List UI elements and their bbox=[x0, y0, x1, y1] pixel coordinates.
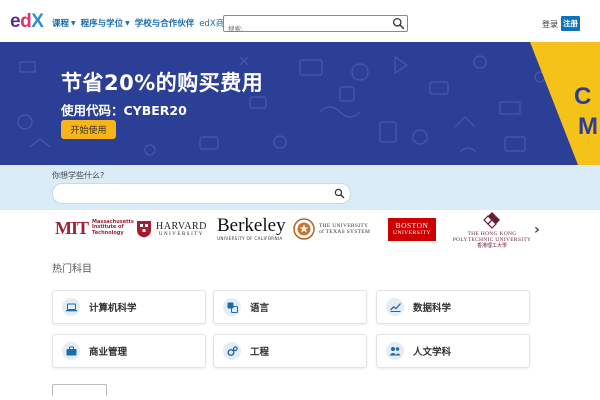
subject-card-language[interactable]: 语言 bbox=[213, 290, 367, 324]
partner-logo-mit[interactable]: MIT Massachusetts Institute of Technolog… bbox=[55, 219, 134, 237]
top-header: edX 课程 ▼ 程序与学位 ▼ 学校与合作伙伴 edX商业版 登录 注册 bbox=[0, 0, 600, 42]
get-started-button[interactable]: 开始使用 bbox=[61, 120, 116, 139]
chart-icon bbox=[386, 298, 404, 316]
edx-logo[interactable]: edX bbox=[10, 12, 44, 32]
course-search-input[interactable] bbox=[53, 187, 323, 206]
laptop-icon bbox=[62, 298, 80, 316]
briefcase-icon bbox=[62, 342, 80, 360]
course-search-section: 你想学些什么? bbox=[0, 165, 600, 210]
partner-logo-texas[interactable]: THE UNIVERSITY of TEXAS SYSTEM bbox=[293, 218, 370, 240]
svg-text:M: M bbox=[578, 113, 598, 140]
banner-title: 节省20%的购买费用 bbox=[61, 71, 264, 95]
header-search-box bbox=[223, 15, 408, 37]
svg-text:C: C bbox=[574, 83, 591, 110]
nav-partners[interactable]: 学校与合作伙伴 bbox=[135, 17, 195, 29]
chevron-down-icon: ▼ bbox=[71, 19, 76, 27]
texas-seal-icon bbox=[293, 218, 315, 240]
people-icon bbox=[386, 342, 404, 360]
promo-code-text: 使用代码：CYBER20 bbox=[61, 103, 187, 118]
promo-corner-graphic: C M bbox=[530, 42, 600, 165]
course-search-box bbox=[52, 183, 351, 206]
subject-card-engineering[interactable]: 工程 bbox=[213, 334, 367, 368]
register-button[interactable]: 注册 bbox=[561, 16, 580, 31]
header-search-input[interactable] bbox=[224, 21, 384, 37]
view-more-subjects-button[interactable] bbox=[52, 384, 107, 396]
nav-courses[interactable]: 课程 ▼ bbox=[52, 17, 76, 29]
search-icon[interactable] bbox=[334, 188, 345, 199]
polyu-emblem-icon bbox=[483, 212, 500, 229]
harvard-shield-icon bbox=[137, 221, 151, 238]
partner-logo-carousel: MIT Massachusetts Institute of Technolog… bbox=[0, 210, 600, 252]
partner-logo-boston[interactable]: BOSTON UNIVERSITY bbox=[388, 218, 436, 241]
search-label: 你想学些什么? bbox=[52, 171, 105, 180]
subject-card-data-science[interactable]: 数据科学 bbox=[376, 290, 530, 324]
chevron-down-icon: ▼ bbox=[125, 19, 130, 27]
subject-card-business[interactable]: 商业管理 bbox=[52, 334, 206, 368]
main-nav: 课程 ▼ 程序与学位 ▼ 学校与合作伙伴 edX商业版 bbox=[52, 17, 246, 29]
search-icon[interactable] bbox=[392, 17, 405, 30]
gears-icon bbox=[223, 342, 241, 360]
partner-logo-polyu[interactable]: THE HONG KONG POLYTECHNIC UNIVERSITY 香港理… bbox=[452, 211, 532, 249]
translate-icon bbox=[223, 298, 241, 316]
subject-card-computer-science[interactable]: 计算机科学 bbox=[52, 290, 206, 324]
chevron-right-icon[interactable]: › bbox=[534, 222, 540, 238]
login-link[interactable]: 登录 bbox=[542, 19, 558, 30]
promo-banner: 节省20%的购买费用 使用代码：CYBER20 开始使用 C M bbox=[0, 42, 600, 165]
subject-card-humanities[interactable]: 人文学科 bbox=[376, 334, 530, 368]
partner-logo-berkeley[interactable]: Berkeley UNIVERSITY OF CALIFORNIA bbox=[217, 216, 286, 241]
nav-programs[interactable]: 程序与学位 ▼ bbox=[81, 17, 130, 29]
popular-subjects-heading: 热门科目 bbox=[52, 264, 92, 275]
partner-logo-harvard[interactable]: HARVARD UNIVERSITY bbox=[136, 220, 207, 238]
